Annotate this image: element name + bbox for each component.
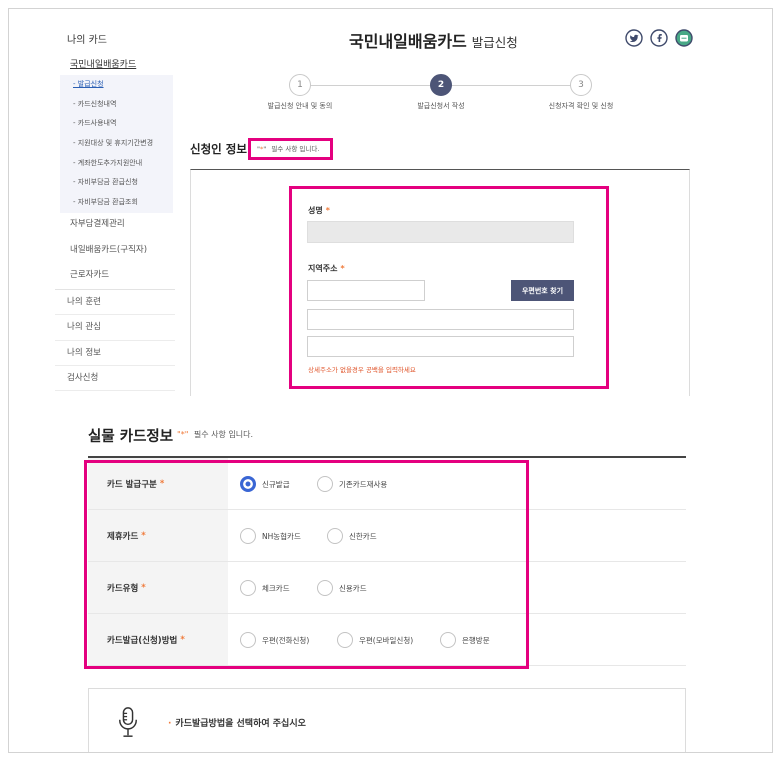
submenu-item-application-history[interactable]: - 카드신청내역 [60,95,173,115]
quote: " [263,145,267,153]
sidebar-section-title[interactable]: 나의 카드 [67,31,107,46]
required-note: "*" 필수 사항 입니다. [177,429,253,440]
submenu-item-apply[interactable]: - 발급신청 [60,75,173,95]
sidebar-item-self-payment[interactable]: 자부담결제관리 [70,212,175,238]
sidebar-item-jobseeker-card[interactable]: 내일배움카드(구직자) [70,238,175,264]
required-note-text: 필수 사항 입니다. [271,145,320,153]
page-title-main: 국민내일배움카드 [349,32,467,51]
highlight-box [289,186,609,389]
highlight-box [84,460,529,669]
notice-text: 카드발급방법을 선택하여 주십시오 [175,719,306,729]
step-number: 2 [430,74,452,96]
submenu-item-refund-inquiry[interactable]: - 자비부담금 환급조회 [60,193,173,213]
share-icons [625,29,693,47]
submenu-item-usage-history[interactable]: - 카드사용내역 [60,114,173,134]
sidebar-item-worker-card[interactable]: 근로자카드 [70,263,175,289]
sidebar-item-national-card[interactable]: 국민내일배움카드 [70,57,136,70]
submenu-item-eligibility-change[interactable]: - 지원대상 및 휴지기간변경 [60,134,173,154]
twitter-icon[interactable] [625,29,643,47]
step-2: 2 발급신청서 작성 [371,74,511,111]
blog-icon[interactable] [675,29,693,47]
step-number: 1 [289,74,311,96]
sidebar-sections: 나의 훈련 나의 관심 나의 정보 검사신청 [55,289,175,392]
sidebar-submenu: - 발급신청 - 카드신청내역 - 카드사용내역 - 지원대상 및 휴지기간변경… [60,75,173,213]
sidebar-item-my-interests[interactable]: 나의 관심 [55,315,175,341]
step-label: 발급신청서 작성 [417,102,465,110]
required-note-text: 필수 사항 입니다. [193,430,254,439]
applicant-heading: 신청인 정보 [190,142,247,156]
step-3: 3 신청자격 확인 및 신청 [511,74,651,111]
sidebar-menu: 자부담결제관리 내일배움카드(구직자) 근로자카드 [70,212,175,289]
page-title-sub: 발급신청 [471,35,518,50]
card-info-heading: 실물 카드정보 [88,429,174,445]
sidebar-item-test-apply[interactable]: 검사신청 [55,366,175,392]
notice-message: · 카드발급방법을 선택하여 주십시오 [168,716,306,729]
page-title: 국민내일배움카드 발급신청 [349,28,518,52]
bullet: · [168,719,172,729]
submenu-item-limit-support[interactable]: - 계좌한도추가지원안내 [60,154,173,174]
sidebar-item-my-training[interactable]: 나의 훈련 [55,290,175,316]
step-label: 신청자격 확인 및 신청 [548,102,614,110]
quote: " [184,430,189,439]
sidebar-item-my-info[interactable]: 나의 정보 [55,341,175,366]
step-number: 3 [570,74,592,96]
facebook-icon[interactable] [650,29,668,47]
submenu-item-refund-request[interactable]: - 자비부담금 환급신청 [60,173,173,193]
step-label: 발급신청 안내 및 동의 [267,102,333,110]
required-note: "*" 필수 사항 입니다. [248,138,333,160]
microphone-icon [117,707,139,738]
step-1: 1 발급신청 안내 및 동의 [230,74,370,111]
